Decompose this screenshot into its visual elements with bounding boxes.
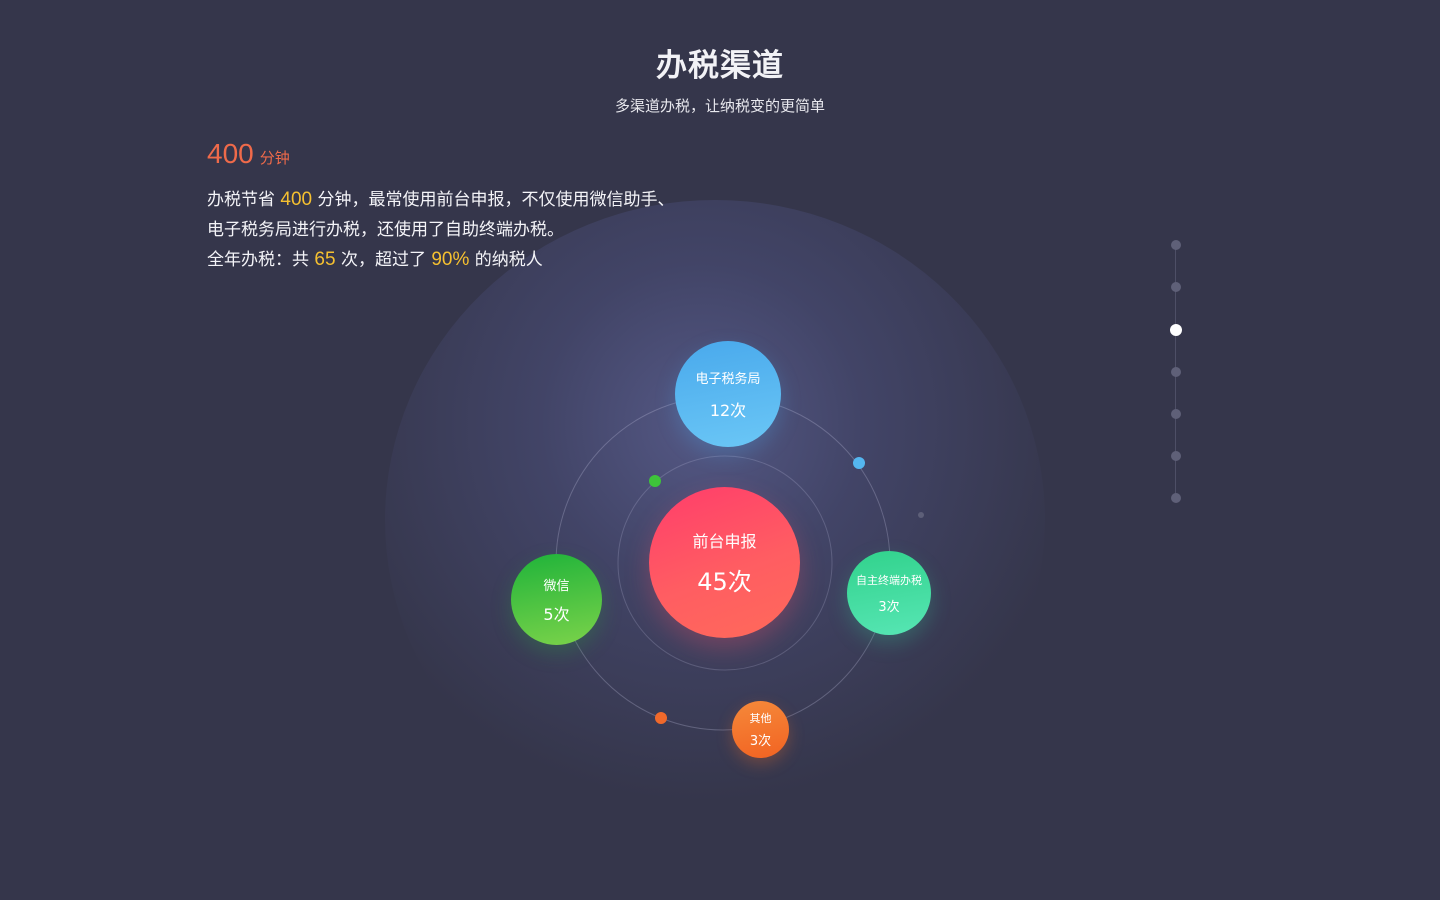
green-orbit-dot <box>649 475 661 487</box>
channel-bubble-e-tax: 电子税务局 12次 <box>675 341 781 447</box>
section-pager <box>1165 235 1187 507</box>
channel-orbit-diagram: 电子税务局 12次 前台申报 45次 微信 5次 自主终端办税 3次 其他 3次 <box>435 300 1015 820</box>
summary-line-1-pre: 办税节省 <box>207 190 281 210</box>
small-grey-dot <box>918 512 924 518</box>
saved-minutes-stat: 400 分钟 <box>207 138 290 170</box>
channel-count-e-tax: 12次 <box>709 400 747 420</box>
channel-label-other: 其他 <box>749 712 772 725</box>
channel-count-other: 3次 <box>749 734 772 749</box>
pager-dot-2[interactable] <box>1171 282 1181 292</box>
summary-line-3-mid: 次，超过了 <box>335 250 432 270</box>
channel-label-front-desk: 前台申报 <box>692 532 757 551</box>
summary-line-3-pre: 全年办税：共 <box>207 250 315 270</box>
orange-orbit-dot <box>655 712 667 724</box>
channel-bubble-wechat: 微信 5次 <box>511 554 602 645</box>
summary-text: 办税节省 400 分钟，最常使用前台申报，不仅使用微信助手、 电子税务局进行办税… <box>207 185 675 275</box>
summary-line-3-post: 的纳税人 <box>469 250 543 270</box>
page: 办税渠道 多渠道办税，让纳税变的更简单 400 分钟 办税节省 400 分钟，最常… <box>0 0 1440 900</box>
channel-bubble-other: 其他 3次 <box>732 701 789 758</box>
saved-minutes-value: 400 <box>207 138 254 169</box>
summary-minutes-highlight: 400 <box>280 189 313 210</box>
summary-line-1-post: 分钟，最常使用前台申报，不仅使用微信助手、 <box>312 190 675 210</box>
pager-dot-3-active[interactable] <box>1170 324 1182 336</box>
channel-count-kiosk: 3次 <box>878 599 900 615</box>
pager-dot-6[interactable] <box>1171 451 1181 461</box>
channel-label-kiosk: 自主终端办税 <box>856 573 922 587</box>
page-title: 办税渠道 <box>656 48 784 84</box>
blue-orbit-dot <box>853 457 865 469</box>
page-subtitle: 多渠道办税，让纳税变的更简单 <box>614 97 825 115</box>
channel-bubble-kiosk: 自主终端办税 3次 <box>847 551 931 635</box>
pager-dot-4[interactable] <box>1171 367 1181 377</box>
channel-count-wechat: 5次 <box>543 604 570 624</box>
summary-line-2: 电子税务局进行办税，还使用了自助终端办税。 <box>207 220 564 240</box>
summary-count-highlight: 65 <box>314 249 336 270</box>
summary-line-1: 办税节省 400 分钟，最常使用前台申报，不仅使用微信助手、 <box>207 185 675 215</box>
channel-count-front-desk: 45次 <box>697 568 752 596</box>
channel-bubble-front-desk: 前台申报 45次 <box>649 487 800 638</box>
channel-label-wechat: 微信 <box>543 578 570 594</box>
pager-dot-1[interactable] <box>1171 240 1181 250</box>
saved-minutes-unit: 分钟 <box>259 149 290 167</box>
summary-percent-highlight: 90% <box>431 249 470 270</box>
summary-line-3: 全年办税：共 65 次，超过了 90% 的纳税人 <box>207 245 675 275</box>
channel-label-e-tax: 电子税务局 <box>695 371 761 387</box>
pager-dot-5[interactable] <box>1171 409 1181 419</box>
pager-dot-7[interactable] <box>1171 493 1181 503</box>
